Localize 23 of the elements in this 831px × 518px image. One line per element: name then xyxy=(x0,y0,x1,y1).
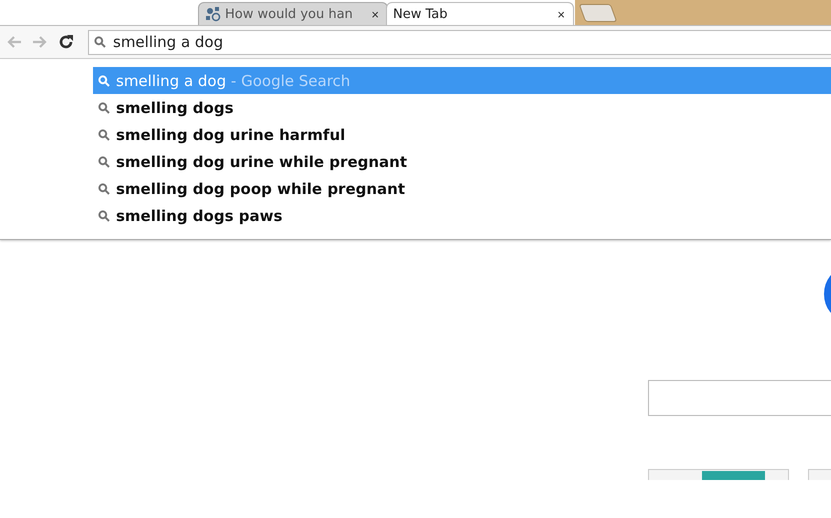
search-icon xyxy=(94,36,106,48)
search-icon xyxy=(98,102,110,114)
tab-title: How would you han xyxy=(225,6,354,22)
thumbnail[interactable] xyxy=(648,469,789,480)
search-icon xyxy=(98,128,110,140)
search-field[interactable] xyxy=(648,380,831,416)
browser-tab[interactable]: New Tab × xyxy=(386,2,574,25)
suggestion-item[interactable]: smelling dogs xyxy=(93,94,831,121)
browser-tab[interactable]: How would you han × xyxy=(198,2,388,25)
suggestion-item[interactable]: smelling dog poop while pregnant xyxy=(93,175,831,202)
suggestion-item[interactable]: smelling dog urine harmful xyxy=(93,121,831,148)
close-tab-button[interactable]: × xyxy=(555,6,567,22)
suggestion-item[interactable]: smelling dogs paws xyxy=(93,202,831,229)
search-icon xyxy=(98,156,110,168)
favicon-icon xyxy=(205,6,221,22)
new-tab-button[interactable] xyxy=(578,4,618,22)
search-icon xyxy=(98,182,110,194)
tab-title: New Tab xyxy=(393,6,448,22)
close-tab-button[interactable]: × xyxy=(369,6,381,22)
search-icon xyxy=(98,210,110,222)
search-icon xyxy=(98,74,110,86)
suggestion-item[interactable]: smelling dog urine while pregnant xyxy=(93,148,831,175)
address-bar[interactable]: smelling a dog xyxy=(88,30,831,54)
